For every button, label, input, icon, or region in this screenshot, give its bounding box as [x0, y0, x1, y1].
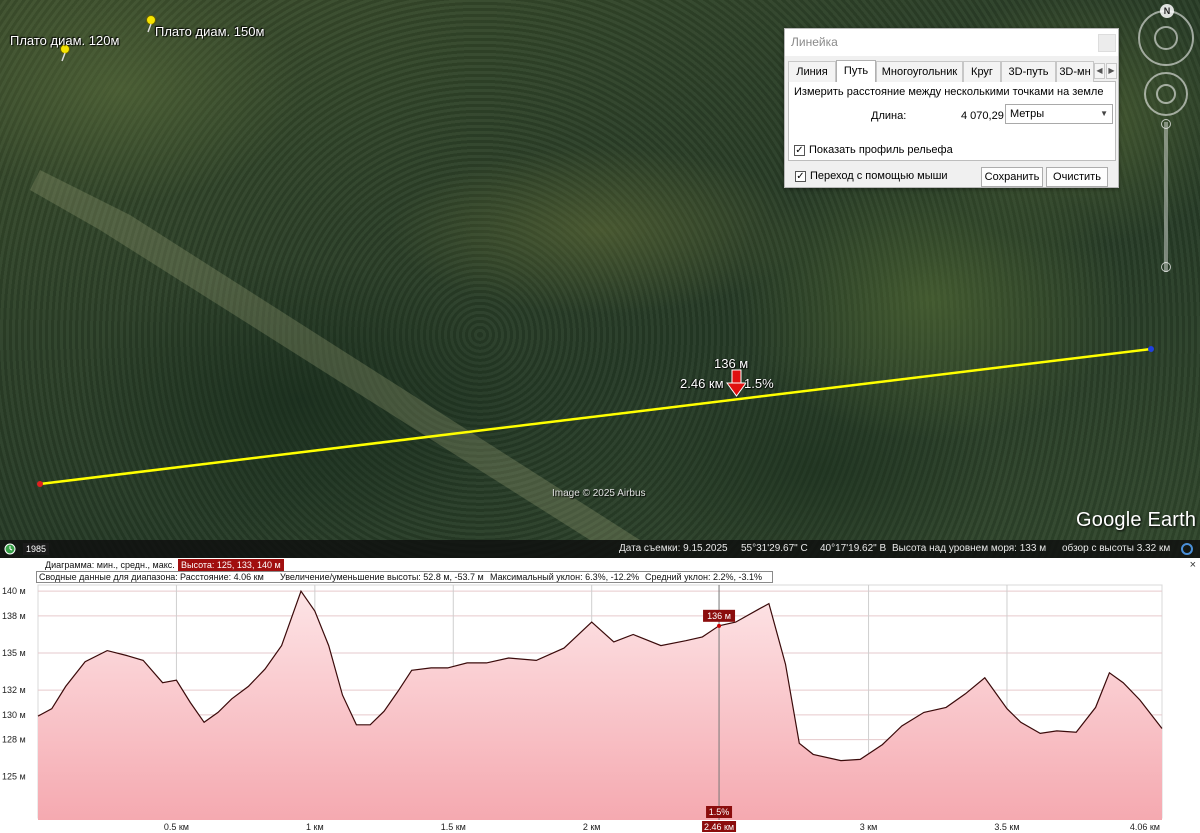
imagery-copyright: Image © 2025 Airbus	[552, 488, 646, 499]
tab-polygon[interactable]: Многоугольник	[876, 61, 963, 82]
navigation-controls: N	[1136, 4, 1200, 294]
y-tick-label: 128 м	[2, 735, 26, 745]
tab-3d-path[interactable]: 3D-путь	[1001, 61, 1056, 82]
tilt-control-icon[interactable]	[1154, 26, 1178, 50]
tab-description: Измерить расстояние между несколькими то…	[794, 86, 1104, 98]
ruler-tabs: Линия Путь Многоугольник Круг 3D-путь 3D…	[788, 60, 1117, 82]
cursor-elevation-label: 136 м	[707, 611, 731, 621]
length-label: Длина:	[871, 110, 907, 122]
dialog-title: Линейка	[785, 29, 1118, 56]
clearing-strip	[30, 170, 640, 540]
zoom-in-icon[interactable]	[1161, 119, 1171, 129]
measure-path-line[interactable]	[39, 347, 1152, 486]
capture-date: Дата съемки: 9.15.2025	[619, 543, 728, 554]
imagery-year-badge[interactable]: 1985	[23, 543, 50, 555]
length-value: 4 070,29	[961, 110, 1004, 122]
tab-scroll-left-icon[interactable]: ◀	[1094, 63, 1105, 79]
x-tick-label: 3.5 км	[994, 822, 1019, 832]
show-profile-label: Показать профиль рельефа	[809, 144, 953, 156]
ruler-dialog: Линейка Линия Путь Многоугольник Круг 3D…	[784, 28, 1119, 188]
path-end-point[interactable]	[1148, 346, 1154, 352]
save-button[interactable]: Сохранить	[981, 167, 1043, 187]
latitude: 55°31'29.67" С	[741, 543, 808, 554]
north-indicator[interactable]: N	[1160, 4, 1174, 18]
unit-select-value: Метры	[1010, 108, 1045, 120]
mouse-nav-label: Переход с помощью мыши	[810, 170, 948, 182]
y-tick-label: 135 м	[2, 648, 26, 658]
status-bar: 1985 Дата съемки: 9.15.2025 55°31'29.67"…	[0, 540, 1200, 558]
clear-button[interactable]: Очистить	[1046, 167, 1108, 187]
tab-path[interactable]: Путь	[836, 60, 876, 82]
x-tick-label: 2.46 км	[704, 822, 734, 832]
y-tick-label: 132 м	[2, 685, 26, 695]
y-tick-label: 140 м	[2, 586, 26, 596]
path-elevation-label: 136 м	[714, 356, 749, 371]
path-start-point[interactable]	[37, 481, 43, 487]
x-tick-label: 0.5 км	[164, 822, 189, 832]
elevation-profile-chart[interactable]: 140 м 138 м 135 м 132 м 130 м 128 м 125 м 0.5 …	[0, 558, 1200, 833]
eye-altitude: обзор с высоты 3.32 км	[1062, 543, 1171, 554]
tab-3d-polygon[interactable]: 3D-мн	[1056, 61, 1094, 82]
tab-line[interactable]: Линия	[788, 61, 836, 82]
google-earth-logo: Google Earth	[1076, 509, 1197, 531]
show-profile-checkbox[interactable]: ✓	[794, 145, 805, 156]
cursor-slope-label: 1.5%	[709, 807, 730, 817]
zoom-out-icon[interactable]	[1161, 262, 1171, 272]
ground-elevation: Высота над уровнем моря: 133 м	[892, 543, 1047, 554]
y-tick-label: 130 м	[2, 710, 26, 720]
elevation-profile-panel: Диаграмма: мин., средн., макс. Высота: 1…	[0, 558, 1200, 833]
path-tab-panel: Измерить расстояние между несколькими то…	[788, 82, 1116, 161]
streaming-progress-icon	[1181, 543, 1193, 555]
look-center-icon[interactable]	[1156, 84, 1176, 104]
historical-imagery-clock-icon[interactable]	[4, 543, 16, 555]
unit-select[interactable]: Метры ▼	[1005, 104, 1113, 124]
placemark-label[interactable]: Плато диам. 150м	[155, 24, 264, 39]
x-tick-label: 2 км	[583, 822, 601, 832]
x-tick-label: 1.5 км	[441, 822, 466, 832]
longitude: 40°17'19.62" В	[820, 543, 887, 554]
chevron-down-icon: ▼	[1100, 109, 1108, 118]
x-tick-label: 4.06 км	[1130, 822, 1160, 832]
zoom-slider[interactable]	[1164, 122, 1168, 272]
y-tick-label: 138 м	[2, 611, 26, 621]
y-tick-label: 125 м	[2, 772, 26, 782]
dialog-close-button[interactable]	[1098, 34, 1116, 52]
x-tick-label: 1 км	[306, 822, 324, 832]
placemark-label[interactable]: Плато диам. 120м	[10, 33, 119, 48]
x-tick-label: 3 км	[860, 822, 878, 832]
tab-scroll-right-icon[interactable]: ▶	[1106, 63, 1117, 79]
path-slope-label: 1.5%	[744, 376, 774, 391]
path-distance-label: 2.46 км	[680, 376, 724, 391]
cursor-point	[717, 623, 722, 628]
mouse-nav-checkbox[interactable]: ✓	[795, 171, 806, 182]
tab-circle[interactable]: Круг	[963, 61, 1001, 82]
